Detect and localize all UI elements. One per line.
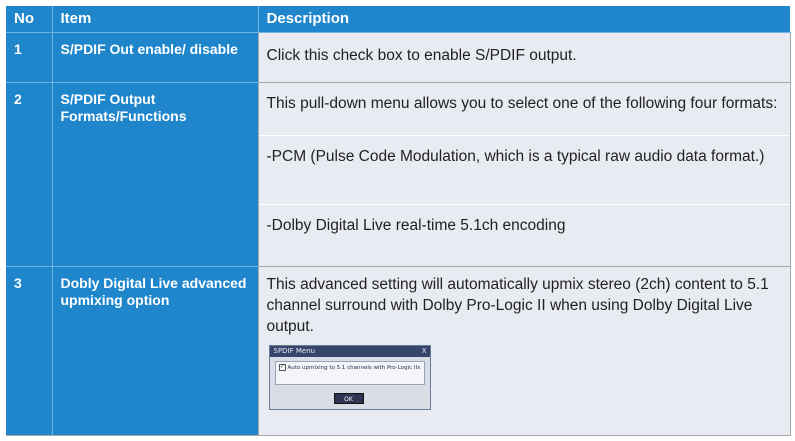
dialog-title: SPDIF Menu bbox=[273, 347, 316, 355]
close-icon[interactable]: X bbox=[422, 346, 427, 357]
header-description: Description bbox=[258, 6, 790, 33]
table-row: 2 S/PDIF Output Formats/Functions This p… bbox=[6, 82, 791, 267]
dialog-title-bar: SPDIF Menu X bbox=[269, 346, 430, 357]
table-header-row: No Item Description bbox=[6, 6, 790, 33]
row-number: 1 bbox=[6, 32, 53, 83]
description-text: Click this check box to enable S/PDIF ou… bbox=[266, 47, 577, 64]
row-number: 2 bbox=[6, 82, 53, 267]
spdif-menu-dialog-screenshot: SPDIF Menu X ✓ Auto upmixing to 5.1 chann… bbox=[268, 345, 431, 410]
row-description: This advanced setting will automatically… bbox=[258, 266, 791, 436]
row-description: This pull-down menu allows you to select… bbox=[258, 82, 791, 267]
row-item: S/PDIF Output Formats/Functions bbox=[52, 82, 259, 267]
description-text: -Dolby Digital Live real-time 5.1ch enco… bbox=[266, 217, 566, 234]
feature-table: No Item Description 1 S/PDIF Out enable/… bbox=[6, 6, 791, 436]
header-no: No bbox=[6, 6, 53, 33]
row-item: Dobly Digital Live advanced upmixing opt… bbox=[52, 266, 259, 436]
row-item: S/PDIF Out enable/ disable bbox=[52, 32, 259, 83]
table-row: 1 S/PDIF Out enable/ disable Click this … bbox=[6, 32, 791, 83]
upmix-checkbox[interactable]: ✓ bbox=[278, 364, 286, 371]
description-text: This advanced setting will automatically… bbox=[266, 276, 769, 335]
description-text: This pull-down menu allows you to select… bbox=[258, 83, 790, 136]
table-row: 3 Dobly Digital Live advanced upmixing o… bbox=[6, 266, 791, 436]
header-item: Item bbox=[52, 6, 259, 33]
row-number: 3 bbox=[6, 266, 53, 436]
upmix-checkbox-label: Auto upmixing to 5.1 channels with Pro-L… bbox=[287, 365, 421, 371]
ok-button[interactable]: OK bbox=[333, 393, 364, 404]
dialog-option-panel: ✓ Auto upmixing to 5.1 channels with Pro-… bbox=[274, 361, 425, 385]
description-text: -PCM (Pulse Code Modulation, which is a … bbox=[258, 136, 790, 205]
row-description: Click this check box to enable S/PDIF ou… bbox=[258, 32, 791, 83]
